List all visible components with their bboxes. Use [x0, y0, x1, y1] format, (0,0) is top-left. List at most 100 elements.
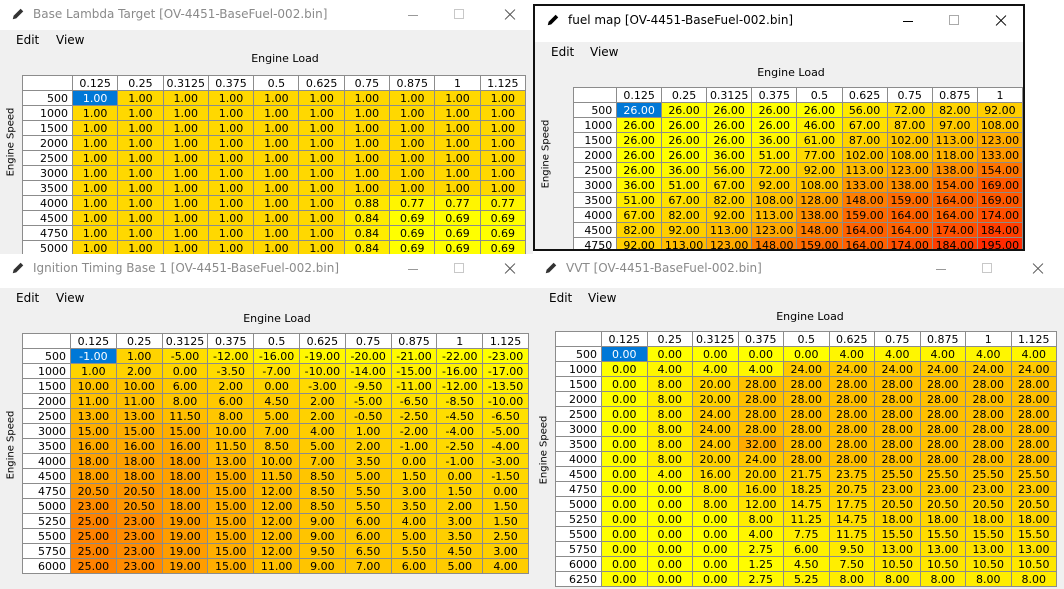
table-cell[interactable]: 0.00	[646, 481, 693, 497]
table-cell[interactable]: 3.00	[390, 483, 438, 499]
table-cell[interactable]: 2.00	[344, 438, 392, 454]
table-cell[interactable]: 1.00	[343, 90, 391, 106]
table-cell[interactable]: 1.00	[434, 90, 481, 106]
table-cell[interactable]: -3.50	[207, 363, 255, 379]
row-header[interactable]: 5000	[22, 498, 71, 514]
row-header[interactable]: 1000	[22, 363, 71, 379]
row-header[interactable]: 2000	[22, 393, 71, 409]
table-cell[interactable]: 26.00	[751, 117, 798, 133]
table-cell[interactable]: 14.75	[828, 511, 875, 527]
row-header[interactable]: 2500	[555, 406, 602, 422]
table-cell[interactable]: 10.50	[965, 556, 1012, 572]
table-cell[interactable]: 16.00	[692, 466, 739, 482]
table-cell[interactable]: 28.00	[874, 406, 921, 422]
table-cell[interactable]: 18.00	[965, 511, 1012, 527]
table-cell[interactable]: -4.50	[436, 408, 484, 424]
table-cell[interactable]: 148.00	[796, 222, 843, 238]
row-header[interactable]: 5000	[22, 240, 73, 254]
table-cell[interactable]: 1.00	[343, 180, 391, 196]
table-cell[interactable]: 0.84	[343, 225, 391, 241]
table-cell[interactable]: 13.00	[874, 541, 921, 557]
table-cell[interactable]: 17.75	[828, 496, 875, 512]
row-header[interactable]: 1500	[555, 376, 602, 392]
row-header[interactable]: 5000	[555, 496, 602, 512]
table-cell[interactable]: 8.00	[692, 496, 739, 512]
row-header[interactable]: 500	[555, 346, 602, 362]
table-cell[interactable]: 1.00	[162, 105, 209, 121]
table-cell[interactable]: 1.00	[298, 135, 345, 151]
table-cell[interactable]: -5.00	[161, 348, 209, 364]
table-cell[interactable]: 0.00	[646, 346, 693, 362]
maximize-button[interactable]	[964, 254, 1010, 284]
table-cell[interactable]: 51.00	[660, 177, 708, 193]
table-cell[interactable]: 1.25	[737, 556, 784, 572]
table-cell[interactable]: -14.00	[344, 363, 392, 379]
table-cell[interactable]: 108.00	[976, 117, 1023, 133]
table-cell[interactable]: 12.00	[253, 528, 300, 544]
table-cell[interactable]: 82.00	[660, 207, 708, 223]
table-cell[interactable]: 1.00	[162, 150, 209, 166]
vvt-titlebar[interactable]: VVT [OV-4451-BaseFuel-002.bin]	[533, 254, 1064, 284]
table-cell[interactable]: 1.00	[162, 90, 209, 106]
table-cell[interactable]: 6.00	[207, 393, 255, 409]
row-header[interactable]: 2500	[22, 150, 73, 166]
table-cell[interactable]: 11.50	[253, 468, 300, 484]
column-header[interactable]: 0.3125	[161, 333, 209, 349]
table-cell[interactable]: 138.00	[931, 162, 978, 178]
column-header[interactable]: 1	[965, 331, 1012, 347]
column-header[interactable]: 1	[434, 75, 481, 91]
row-header[interactable]: 1500	[572, 132, 618, 148]
table-cell[interactable]: 1.00	[389, 105, 436, 121]
column-header[interactable]: 1	[976, 87, 1023, 103]
table-cell[interactable]: 1.00	[207, 105, 255, 121]
menu-view[interactable]: View	[56, 291, 84, 305]
table-cell[interactable]: 11.00	[253, 558, 300, 574]
table-cell[interactable]: 16.00	[70, 438, 117, 454]
table-cell[interactable]: 12.00	[253, 498, 300, 514]
table-cell[interactable]: 23.75	[828, 466, 875, 482]
table-cell[interactable]: 18.00	[1010, 511, 1057, 527]
table-cell[interactable]: 0.00	[601, 511, 648, 527]
table-cell[interactable]: 1.00	[479, 120, 526, 136]
maximize-button[interactable]	[931, 6, 977, 36]
table-cell[interactable]: 1.00	[479, 135, 526, 151]
table-cell[interactable]: 23.00	[115, 513, 163, 529]
table-cell[interactable]: 23.00	[115, 528, 163, 544]
table-cell[interactable]: 0.69	[479, 240, 526, 254]
table-cell[interactable]: 0.69	[434, 210, 481, 226]
table-cell[interactable]: 1.00	[253, 105, 300, 121]
table-cell[interactable]: 4.00	[298, 423, 346, 439]
table-cell[interactable]: 113.00	[706, 222, 753, 238]
table-cell[interactable]: 36.00	[616, 177, 662, 193]
table-cell[interactable]: 118.00	[931, 147, 978, 163]
table-cell[interactable]: -2.50	[436, 438, 484, 454]
row-header[interactable]: 4500	[22, 210, 73, 226]
table-cell[interactable]: 28.00	[965, 391, 1012, 407]
table-cell[interactable]: 36.00	[706, 147, 753, 163]
row-header[interactable]: 1000	[22, 105, 73, 121]
table-cell[interactable]: 0.00	[161, 363, 209, 379]
table-cell[interactable]: 4.00	[646, 466, 693, 482]
table-cell[interactable]: 15.00	[207, 513, 255, 529]
table-cell[interactable]: 0.00	[601, 436, 648, 452]
table-cell[interactable]: -3.00	[298, 378, 346, 394]
table-cell[interactable]: 4.00	[482, 558, 529, 574]
table-cell[interactable]: -11.00	[390, 378, 438, 394]
table-cell[interactable]: 1.50	[390, 468, 438, 484]
table-cell[interactable]: 28.00	[1010, 406, 1057, 422]
table-cell[interactable]: 195.00	[976, 237, 1023, 249]
table-cell[interactable]: 21.75	[783, 466, 830, 482]
table-cell[interactable]: 1.00	[253, 180, 300, 196]
table-cell[interactable]: 1.00	[117, 90, 164, 106]
table-cell[interactable]: 1.00	[344, 423, 392, 439]
table-cell[interactable]: 8.00	[646, 421, 693, 437]
table-cell[interactable]: 2.75	[737, 541, 784, 557]
table-cell[interactable]: 8.00	[646, 436, 693, 452]
table-cell[interactable]: 1.00	[253, 165, 300, 181]
table-cell[interactable]: 20.50	[70, 483, 117, 499]
table-cell[interactable]: 23.00	[115, 543, 163, 559]
row-header[interactable]: 500	[572, 102, 618, 118]
table-cell[interactable]: 4.00	[874, 346, 921, 362]
table-cell[interactable]: 51.00	[616, 192, 662, 208]
table-cell[interactable]: 9.50	[298, 543, 346, 559]
